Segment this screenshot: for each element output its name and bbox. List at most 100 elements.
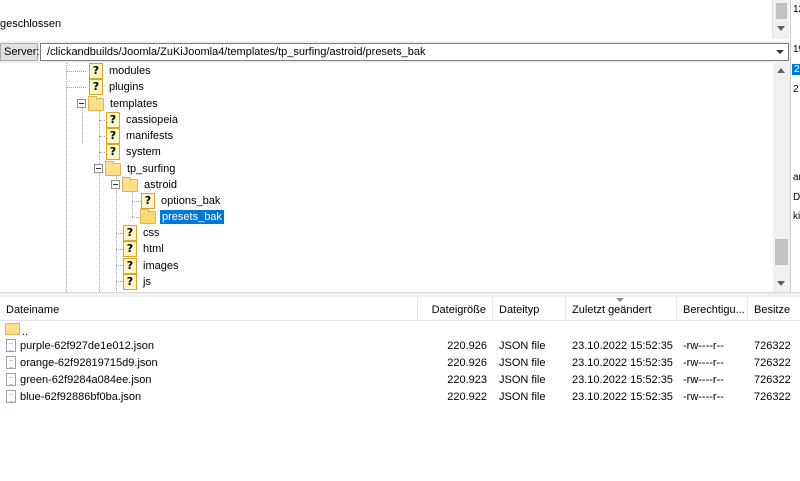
folder-icon — [122, 176, 138, 192]
tree-connector — [66, 71, 86, 72]
tree-item-presets-bak[interactable]: presets_bak — [140, 208, 224, 225]
tree-item-templates[interactable]: templates — [88, 95, 160, 112]
log-scrollbar[interactable] — [772, 0, 789, 39]
column-header-modified[interactable]: Zuletzt geändert — [566, 297, 677, 321]
tree-item-manifests[interactable]: ? manifests — [106, 128, 175, 144]
panel-fragment: 2 — [793, 84, 799, 95]
unknown-folder-icon: ? — [89, 79, 103, 95]
table-row[interactable]: orange-62f92819715d9.json 220.926 JSON f… — [0, 355, 800, 372]
file-type: JSON file — [499, 391, 546, 403]
file-modified: 23.10.2022 15:52:35 — [572, 391, 673, 403]
tree-connector — [99, 152, 105, 153]
scroll-down-icon[interactable] — [777, 281, 785, 286]
tree-connector — [82, 103, 83, 143]
folder-icon — [105, 160, 121, 176]
file-size: 220.926 — [447, 340, 487, 352]
file-type: JSON file — [499, 374, 546, 386]
remote-directory-tree: ? modules ? plugins templates ? cassiope… — [0, 63, 790, 292]
server-path-label: Server: — [0, 43, 39, 61]
collapse-toggle-icon[interactable] — [111, 180, 120, 189]
collapse-toggle-icon[interactable] — [77, 99, 86, 108]
panel-fragment: 12 — [793, 4, 800, 15]
tree-item-css[interactable]: ? css — [123, 225, 162, 241]
tree-connector — [116, 249, 123, 250]
tree-item-plugins[interactable]: ? plugins — [89, 79, 146, 95]
remote-path-input[interactable]: /clickandbuilds/Joomla/ZuKiJoomla4/templ… — [40, 43, 789, 61]
tree-item-images[interactable]: ? images — [123, 258, 180, 274]
tree-item-astroid[interactable]: astroid — [122, 176, 179, 193]
panel-fragment: 19 — [793, 44, 800, 55]
log-line: geschlossen — [0, 18, 62, 30]
panel-fragment: Dk — [793, 192, 800, 203]
tree-connector — [132, 201, 141, 202]
tree-item-cassiopeia[interactable]: ? cassiopeia — [106, 112, 180, 128]
tree-item-options-bak[interactable]: ? options_bak — [141, 193, 222, 209]
tree-connector — [66, 87, 86, 88]
tree-item-label: tp_surfing — [127, 163, 176, 175]
file-name: purple-62f927de1e012.json — [20, 340, 154, 352]
tree-connector — [132, 191, 133, 217]
tree-connector — [116, 233, 123, 234]
file-owner: 726322 — [754, 391, 791, 403]
table-row[interactable]: purple-62f927de1e012.json 220.926 JSON f… — [0, 338, 800, 355]
tree-item-label: plugins — [109, 81, 144, 93]
tree-item-modules[interactable]: ? modules — [89, 63, 153, 79]
scroll-down-icon[interactable] — [777, 26, 785, 31]
unknown-folder-icon: ? — [89, 63, 103, 79]
file-icon — [6, 390, 16, 403]
remote-file-list: Dateiname Dateigröße Dateityp Zuletzt ge… — [0, 297, 800, 481]
tree-scrollbar[interactable] — [773, 63, 790, 292]
column-header-owner[interactable]: Besitze — [748, 297, 800, 321]
table-row[interactable]: blue-62f92886bf0ba.json 220.922 JSON fil… — [0, 389, 800, 406]
file-size: 220.926 — [447, 357, 487, 369]
file-permissions: -rw----r-- — [683, 374, 724, 386]
tree-scroll-thumb[interactable] — [775, 239, 788, 265]
tree-connector — [116, 265, 123, 266]
tree-item-label: images — [143, 260, 179, 272]
panel-fragment: ar — [793, 172, 800, 183]
tree-item-label: modules — [109, 65, 151, 77]
panel-fragment: 20 — [792, 64, 800, 75]
clipped-side-panel: 12 19 20 2 ar Dk kir — [790, 0, 800, 300]
column-header-type[interactable]: Dateityp — [493, 297, 566, 321]
file-icon — [6, 356, 16, 369]
tree-item-label: css — [143, 227, 160, 239]
file-permissions: -rw----r-- — [683, 340, 724, 352]
file-owner: 726322 — [754, 340, 791, 352]
tree-item-label: astroid — [144, 179, 178, 191]
table-row[interactable]: green-62f9284a084ee.json 220.923 JSON fi… — [0, 372, 800, 389]
file-name: orange-62f92819715d9.json — [20, 357, 158, 369]
file-name: green-62f9284a084ee.json — [20, 374, 152, 386]
tree-item-label: html — [143, 243, 164, 255]
tree-item-html[interactable]: ? html — [123, 241, 166, 257]
chevron-down-icon[interactable] — [776, 50, 784, 54]
tree-item-tp-surfing[interactable]: tp_surfing — [105, 160, 177, 177]
list-item-parent-dir[interactable]: .. — [0, 322, 800, 339]
folder-open-icon — [140, 208, 156, 224]
folder-icon — [5, 323, 20, 335]
column-header-name[interactable]: Dateiname — [0, 297, 418, 321]
column-header-size[interactable]: Dateigröße — [418, 297, 493, 321]
unknown-folder-icon: ? — [123, 274, 137, 290]
file-owner: 726322 — [754, 357, 791, 369]
tree-item-system[interactable]: ? system — [106, 144, 163, 160]
file-name: .. — [22, 326, 29, 338]
tree-item-js[interactable]: ? js — [123, 274, 153, 290]
collapse-toggle-icon[interactable] — [94, 164, 103, 173]
tree-item-label: system — [126, 146, 161, 158]
unknown-folder-icon: ? — [106, 112, 120, 128]
column-header-modified-label: Zuletzt geändert — [572, 304, 652, 316]
unknown-folder-icon: ? — [123, 258, 137, 274]
tree-connector — [66, 63, 67, 292]
column-header-permissions[interactable]: Berechtigu... — [677, 297, 748, 321]
unknown-folder-icon: ? — [123, 225, 137, 241]
remote-path-value: /clickandbuilds/Joomla/ZuKiJoomla4/templ… — [47, 46, 426, 58]
log-scroll-thumb[interactable] — [776, 3, 787, 19]
message-log: geschlossen — [0, 0, 790, 39]
unknown-folder-icon: ? — [106, 128, 120, 144]
tree-connector — [99, 120, 105, 121]
remote-path-bar: Server: /clickandbuilds/Joomla/ZuKiJooml… — [0, 41, 790, 63]
tree-item-label: presets_bak — [160, 210, 224, 224]
scroll-up-icon[interactable] — [777, 68, 785, 73]
tree-connector — [99, 111, 100, 292]
